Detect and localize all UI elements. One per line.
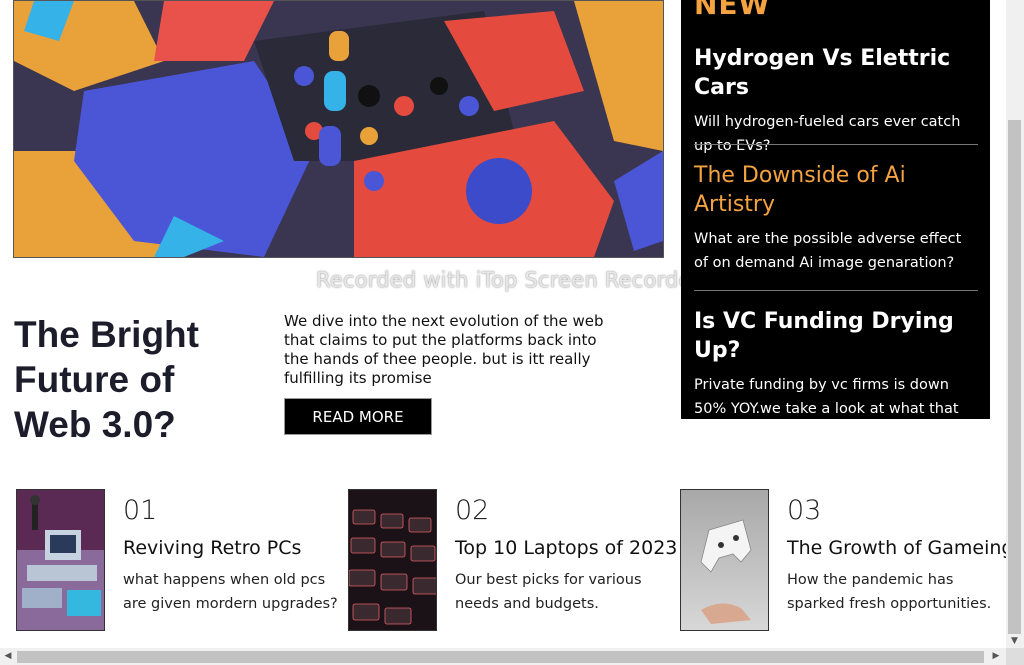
card-title[interactable]: Top 10 Laptops of 2023	[455, 537, 677, 559]
new-item-ai-artistry[interactable]: The Downside of Ai Artistry What are the…	[694, 161, 978, 275]
divider	[694, 290, 978, 291]
read-more-button[interactable]: READ MORE	[284, 398, 432, 435]
new-panel: NEW Hydrogen Vs Elettric Cars Will hydro…	[681, 0, 990, 441]
vertical-scroll-thumb[interactable]	[1008, 120, 1021, 634]
card-number: 03	[787, 495, 822, 526]
card-description: what happens when old pcs are given mord…	[123, 572, 338, 612]
keyboard-thumbnail	[348, 489, 437, 631]
scrollbar-corner	[1006, 648, 1024, 665]
retro-pc-thumbnail	[16, 489, 105, 631]
scroll-down-arrow-icon[interactable]: ▼	[1008, 635, 1021, 647]
scroll-left-arrow-icon[interactable]: ◀	[2, 650, 14, 663]
new-item-title[interactable]: Hydrogen Vs Elettric Cars	[694, 44, 978, 102]
new-item-title[interactable]: The Downside of Ai Artistry	[694, 161, 978, 219]
card-description: How the pandemic has sparked fresh oppor…	[787, 572, 992, 612]
scroll-right-arrow-icon[interactable]: ▶	[990, 650, 1002, 663]
hero-description: We dive into the next evolution of the w…	[284, 312, 604, 387]
card-title[interactable]: Reviving Retro PCs	[123, 537, 301, 559]
new-item-text: Will hydrogen-fueled cars ever catch up …	[694, 114, 961, 154]
new-item-hydrogen[interactable]: Hydrogen Vs Elettric Cars Will hydrogen-…	[694, 44, 978, 158]
new-item-vc-funding[interactable]: Is VC Funding Drying Up? Private funding…	[694, 307, 978, 445]
new-item-text: Private funding by vc firms is down 50% …	[694, 377, 959, 441]
card-number: 02	[455, 495, 490, 526]
new-heading: NEW	[694, 0, 771, 21]
card-title[interactable]: The Growth of Gameing	[787, 537, 1014, 559]
controller-thumbnail	[680, 489, 769, 631]
divider	[694, 144, 978, 145]
card-description: Our best picks for various needs and bud…	[455, 572, 642, 612]
card-number: 01	[123, 495, 158, 526]
horizontal-scroll-thumb[interactable]	[17, 651, 984, 663]
new-item-title[interactable]: Is VC Funding Drying Up?	[694, 307, 978, 365]
new-item-text: What are the possible adverse effect of …	[694, 231, 962, 271]
hero-image	[13, 0, 664, 258]
recorder-watermark: Recorded with iTop Screen Recorder	[316, 268, 701, 292]
hero-title: The Bright Future of Web 3.0?	[14, 314, 199, 445]
